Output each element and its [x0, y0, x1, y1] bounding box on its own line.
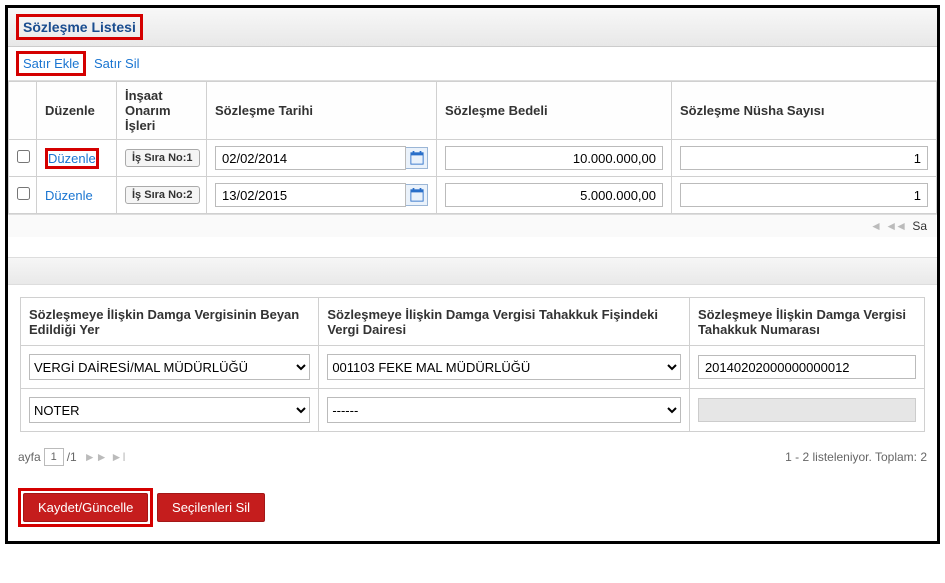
job-badge: İş Sıra No:2 — [125, 186, 200, 204]
col-tax-office: Sözleşmeye İlişkin Damga Vergisi Tahakku… — [319, 298, 690, 346]
date-input[interactable] — [215, 146, 406, 170]
amount-input[interactable] — [445, 183, 663, 207]
tax-office-select[interactable]: 001103 FEKE MAL MÜDÜRLÜĞÜ — [327, 354, 681, 380]
table-row: Düzenle İş Sıra No:1 — [9, 140, 937, 177]
col-copies: Sözleşme Nüsha Sayısı — [672, 82, 937, 140]
col-amount: Sözleşme Bedeli — [437, 82, 672, 140]
calendar-icon[interactable] — [406, 184, 428, 206]
action-bar: Kaydet/Güncelle Seçilenleri Sil — [8, 470, 937, 541]
pager-next-icon[interactable]: ►► — [84, 450, 108, 464]
delete-selected-button[interactable]: Seçilenleri Sil — [157, 493, 265, 522]
job-badge: İş Sıra No:1 — [125, 149, 200, 167]
footer-pager: ayfa 1 /1 ►► ►I 1 - 2 listeleniyor. Topl… — [8, 444, 937, 470]
accrual-no-input[interactable] — [698, 355, 916, 379]
save-button[interactable]: Kaydet/Güncelle — [23, 493, 148, 522]
panel-header: Sözleşme Listesi — [8, 8, 937, 47]
pager-strip: ◄ ◄◄ Sa — [8, 214, 937, 237]
table-row: VERGİ DAİRESİ/MAL MÜDÜRLÜĞÜ 001103 FEKE … — [21, 346, 925, 389]
row-checkbox[interactable] — [17, 150, 30, 163]
calendar-icon[interactable] — [406, 147, 428, 169]
edit-link[interactable]: Düzenle — [48, 151, 96, 166]
edit-link[interactable]: Düzenle — [45, 188, 93, 203]
declared-place-select[interactable]: VERGİ DAİRESİ/MAL MÜDÜRLÜĞÜ — [29, 354, 310, 380]
col-edit: Düzenle — [37, 82, 117, 140]
page-total: /1 — [67, 450, 77, 464]
tax-table: Sözleşmeye İlişkin Damga Vergisinin Beya… — [20, 297, 925, 432]
page-label: ayfa — [18, 450, 41, 464]
pager-prev-icon[interactable]: ◄ — [870, 219, 882, 233]
divider-bar — [8, 257, 937, 285]
contracts-table: Düzenle İnşaat Onarım İşleri Sözleşme Ta… — [8, 81, 937, 214]
amount-input[interactable] — [445, 146, 663, 170]
listing-summary: 1 - 2 listeleniyor. Toplam: 2 — [785, 450, 927, 464]
toolbar: Satır Ekle Satır Sil — [8, 47, 937, 81]
pager-suffix: Sa — [912, 219, 927, 233]
app-frame: Sözleşme Listesi Satır Ekle Satır Sil Dü… — [5, 5, 940, 544]
delete-row-link[interactable]: Satır Sil — [90, 54, 144, 73]
pager-first-icon[interactable]: ◄◄ — [885, 219, 905, 233]
tax-office-select[interactable]: ------ — [327, 397, 681, 423]
col-accrual-no: Sözleşmeye İlişkin Damga Vergisi Tahakku… — [689, 298, 924, 346]
panel-title: Sözleşme Listesi — [16, 14, 143, 40]
pager-last-icon[interactable]: ►I — [110, 450, 125, 464]
col-date: Sözleşme Tarihi — [207, 82, 437, 140]
col-job: İnşaat Onarım İşleri — [117, 82, 207, 140]
section-tax: Sözleşmeye İlişkin Damga Vergisinin Beya… — [8, 285, 937, 444]
page-current[interactable]: 1 — [44, 448, 64, 466]
declared-place-select[interactable]: NOTER — [29, 397, 310, 423]
col-declared-place: Sözleşmeye İlişkin Damga Vergisinin Beya… — [21, 298, 319, 346]
row-checkbox[interactable] — [17, 187, 30, 200]
table-row: NOTER ------ — [21, 389, 925, 432]
copies-input[interactable] — [680, 146, 928, 170]
col-checkbox — [9, 82, 37, 140]
date-input[interactable] — [215, 183, 406, 207]
accrual-no-disabled — [698, 398, 916, 422]
table-row: Düzenle İş Sıra No:2 — [9, 177, 937, 214]
copies-input[interactable] — [680, 183, 928, 207]
add-row-link[interactable]: Satır Ekle — [19, 54, 83, 73]
